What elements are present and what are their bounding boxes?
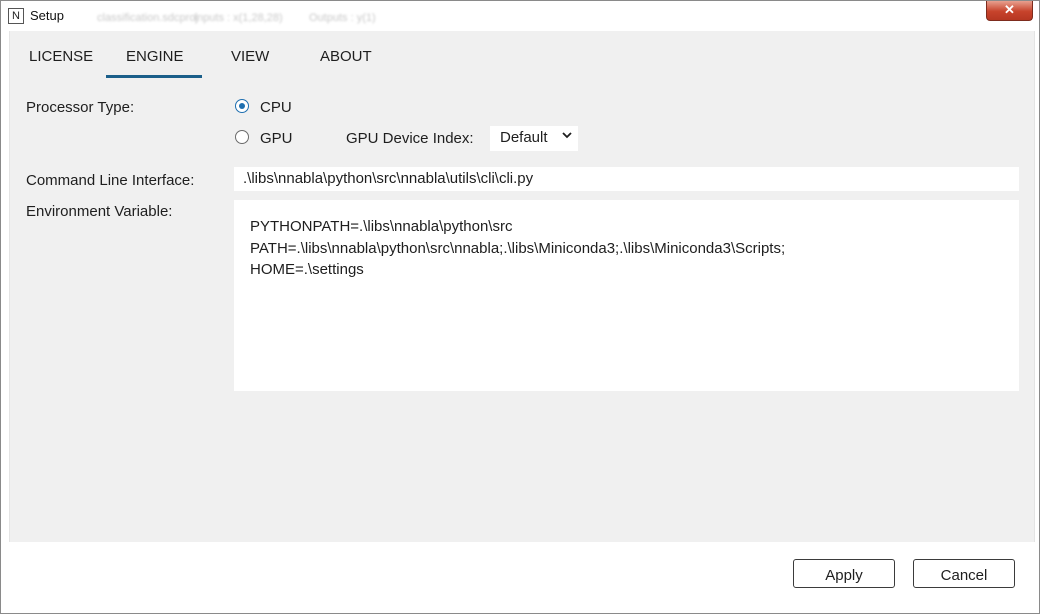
apply-button[interactable]: Apply xyxy=(793,559,895,588)
dialog-footer: Apply Cancel xyxy=(9,542,1033,607)
env-line: HOME=.\settings xyxy=(250,261,364,278)
selected-tab-indicator xyxy=(106,75,202,78)
cpu-radio-label[interactable]: CPU xyxy=(260,99,292,116)
setup-window: N Setup classification.sdcproj Inputs : … xyxy=(0,0,1040,614)
tab-license[interactable]: LICENSE xyxy=(29,48,93,78)
tab-about[interactable]: ABOUT xyxy=(320,48,372,78)
background-window-text: Outputs : y(1) xyxy=(309,12,376,24)
background-window-text: classification.sdcproj xyxy=(97,12,198,24)
gpu-device-index-select[interactable]: Default xyxy=(490,126,578,151)
close-button[interactable]: ✕ xyxy=(986,1,1033,21)
background-window-text: Inputs : x(1,28,28) xyxy=(194,12,283,24)
gpu-radio[interactable] xyxy=(235,130,249,144)
env-line: PYTHONPATH=.\libs\nnabla\python\src xyxy=(250,218,513,235)
settings-panel: LICENSE ENGINE VIEW ABOUT Processor Type… xyxy=(9,31,1035,542)
env-line: PATH=.\libs\nnabla\python\src\nnabla;.\l… xyxy=(250,239,786,257)
gpu-device-index-value: Default xyxy=(500,129,548,146)
gpu-device-index-label: GPU Device Index: xyxy=(346,130,474,147)
env-variable-label: Environment Variable: xyxy=(26,203,173,220)
chevron-down-icon xyxy=(562,130,572,143)
cli-label: Command Line Interface: xyxy=(26,172,195,189)
cli-input[interactable]: .\libs\nnabla\python\src\nnabla\utils\cl… xyxy=(234,167,1019,191)
title-bar[interactable]: N Setup classification.sdcproj Inputs : … xyxy=(1,1,1039,31)
tab-engine[interactable]: ENGINE xyxy=(126,48,184,78)
env-variable-textarea[interactable]: PYTHONPATH=.\libs\nnabla\python\src PATH… xyxy=(234,200,1019,391)
tab-view[interactable]: VIEW xyxy=(231,48,269,78)
close-icon: ✕ xyxy=(1004,2,1015,17)
cpu-radio[interactable] xyxy=(235,99,249,113)
window-title: Setup xyxy=(30,8,64,23)
processor-type-label: Processor Type: xyxy=(26,99,135,116)
gpu-radio-label[interactable]: GPU xyxy=(260,130,293,147)
app-icon: N xyxy=(8,8,24,24)
cancel-button[interactable]: Cancel xyxy=(913,559,1015,588)
